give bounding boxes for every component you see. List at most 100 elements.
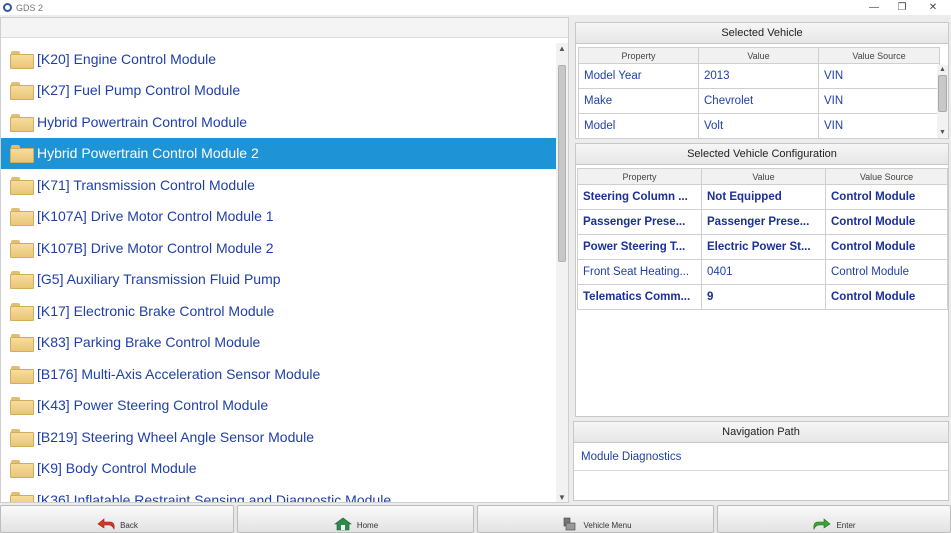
scroll-up-icon[interactable]: ▲ — [556, 43, 568, 54]
module-label: [K9] Body Control Module — [37, 460, 197, 477]
folder-icon — [10, 176, 34, 195]
module-list-item[interactable]: [K107B] Drive Motor Control Module 2 — [1, 232, 556, 264]
vehicle-configuration-panel: Selected Vehicle Configuration Property … — [575, 143, 949, 417]
restore-button[interactable]: ❐ — [888, 0, 916, 15]
module-list-panel: [K20] Engine Control Module [K27] Fuel Pu… — [0, 17, 569, 503]
vehicle-menu-button[interactable]: Vehicle Menu — [477, 505, 714, 533]
column-header-value-source[interactable]: Value Source — [825, 168, 948, 185]
window-title: GDS 2 — [16, 2, 44, 13]
scroll-down-icon[interactable]: ▼ — [937, 128, 948, 137]
folder-icon — [10, 145, 34, 164]
value-source-cell: VIN — [818, 63, 940, 89]
value-source-cell: Control Module — [825, 184, 948, 210]
folder-icon — [10, 491, 34, 502]
module-list-item[interactable]: Hybrid Powertrain Control Module — [1, 106, 556, 138]
module-list-scrollbar[interactable]: ▲ ▼ — [556, 43, 568, 502]
vehicle-configuration-row[interactable]: Telematics Comm... 9 Control Module — [577, 284, 948, 310]
back-button[interactable]: Back — [0, 505, 234, 533]
property-cell: Telematics Comm... — [577, 284, 702, 310]
module-list-item[interactable]: [G5] Auxiliary Transmission Fluid Pump — [1, 264, 556, 296]
selected-vehicle-scroll-thumb[interactable] — [938, 75, 947, 112]
selected-vehicle-table: Property Value Value Source Model Year 20… — [578, 47, 940, 139]
property-cell: Front Seat Heating... — [577, 259, 702, 285]
vehicle-configuration-row[interactable]: Front Seat Heating... 0401 Control Module — [577, 259, 948, 285]
value-cell: Electric Power St... — [701, 234, 826, 260]
home-icon — [333, 517, 352, 531]
vehicle-configuration-row[interactable]: Passenger Prese... Passenger Prese... Cont… — [577, 209, 948, 235]
property-cell: Make — [578, 88, 699, 114]
navigation-path-panel: Navigation Path Module Diagnostics — [573, 421, 949, 501]
selected-vehicle-row[interactable]: Model Volt VIN — [578, 113, 940, 139]
title-bar: GDS 2 — ❐ ✕ — [0, 0, 951, 15]
value-cell: Passenger Prese... — [701, 209, 826, 235]
back-arrow-icon — [97, 518, 115, 530]
property-cell: Power Steering T... — [577, 234, 702, 260]
column-header-value[interactable]: Value — [698, 47, 819, 64]
selected-vehicle-header-row: Property Value Value Source — [578, 47, 940, 64]
folder-icon — [10, 302, 34, 321]
module-label: [G5] Auxiliary Transmission Fluid Pump — [37, 271, 281, 288]
module-label: [K107B] Drive Motor Control Module 2 — [37, 239, 274, 256]
vehicle-configuration-header-row: Property Value Value Source — [577, 168, 948, 185]
module-list-item[interactable]: [K20] Engine Control Module — [1, 43, 556, 75]
folder-icon — [10, 239, 34, 258]
module-list-item[interactable]: [K36] Inflatable Restraint Sensing and D… — [1, 484, 556, 502]
module-label: Hybrid Powertrain Control Module 2 — [37, 145, 259, 162]
module-list-item[interactable]: [B219] Steering Wheel Angle Sensor Modul… — [1, 421, 556, 453]
navigation-path-item[interactable]: Module Diagnostics — [574, 443, 948, 471]
module-list-item[interactable]: Hybrid Powertrain Control Module 2 — [1, 137, 556, 169]
vehicle-configuration-title: Selected Vehicle Configuration — [576, 144, 948, 165]
column-header-property[interactable]: Property — [577, 168, 702, 185]
module-list-item[interactable]: [K43] Power Steering Control Module — [1, 390, 556, 422]
scroll-up-icon[interactable]: ▲ — [937, 65, 948, 74]
property-cell: Steering Column ... — [577, 184, 702, 210]
module-label: Hybrid Powertrain Control Module — [37, 113, 248, 130]
value-cell: 9 — [701, 284, 826, 310]
module-label: [K27] Fuel Pump Control Module — [37, 82, 241, 99]
module-list-item[interactable]: [K17] Electronic Brake Control Module — [1, 295, 556, 327]
value-cell: Chevrolet — [698, 88, 819, 114]
module-label: [K71] Transmission Control Module — [37, 176, 255, 193]
minimize-button[interactable]: — — [860, 0, 888, 15]
column-header-value-source[interactable]: Value Source — [818, 47, 940, 64]
selected-vehicle-scrollbar[interactable]: ▲ ▼ — [937, 65, 948, 137]
home-button[interactable]: Home — [237, 505, 474, 533]
module-label: [K83] Parking Brake Control Module — [37, 334, 261, 351]
value-source-cell: Control Module — [825, 259, 948, 285]
enter-arrow-icon — [813, 518, 831, 530]
property-cell: Model — [578, 113, 699, 139]
column-header-value[interactable]: Value — [701, 168, 826, 185]
module-label: [K43] Power Steering Control Module — [37, 397, 269, 414]
close-button[interactable]: ✕ — [919, 0, 947, 15]
module-list-item[interactable]: [K71] Transmission Control Module — [1, 169, 556, 201]
module-list-item[interactable]: [K9] Body Control Module — [1, 453, 556, 485]
module-label: [K107A] Drive Motor Control Module 1 — [37, 208, 274, 225]
module-label: [B176] Multi-Axis Acceleration Sensor Mo… — [37, 365, 321, 382]
module-list-item[interactable]: [K83] Parking Brake Control Module — [1, 327, 556, 359]
vehicle-configuration-row[interactable]: Power Steering T... Electric Power St... C… — [577, 234, 948, 260]
property-cell: Model Year — [578, 63, 699, 89]
folder-icon — [10, 428, 34, 447]
selected-vehicle-row[interactable]: Make Chevrolet VIN — [578, 88, 940, 114]
value-cell: Not Equipped — [701, 184, 826, 210]
selected-vehicle-title: Selected Vehicle — [576, 23, 948, 44]
column-header-property[interactable]: Property — [578, 47, 699, 64]
selected-vehicle-panel: Selected Vehicle Property Value Value So… — [575, 22, 949, 139]
module-list-item[interactable]: [B176] Multi-Axis Acceleration Sensor Mo… — [1, 358, 556, 390]
vehicle-configuration-row[interactable]: Steering Column ... Not Equipped Control M… — [577, 184, 948, 210]
folder-icon — [10, 208, 34, 227]
value-cell: Volt — [698, 113, 819, 139]
enter-button[interactable]: Enter — [717, 505, 951, 533]
value-cell: 0401 — [701, 259, 826, 285]
module-list-header — [1, 18, 568, 38]
bottom-toolbar: Back Home Vehicle Menu Enter — [0, 505, 951, 533]
module-list-scroll-thumb[interactable] — [558, 65, 566, 262]
selected-vehicle-row[interactable]: Model Year 2013 VIN — [578, 63, 940, 89]
module-list-item[interactable]: [K27] Fuel Pump Control Module — [1, 75, 556, 107]
folder-icon — [10, 397, 34, 416]
scroll-down-icon[interactable]: ▼ — [556, 492, 568, 502]
value-source-cell: Control Module — [825, 284, 948, 310]
module-list-item[interactable]: [K107A] Drive Motor Control Module 1 — [1, 201, 556, 233]
folder-icon — [10, 271, 34, 290]
folder-icon — [10, 113, 34, 132]
